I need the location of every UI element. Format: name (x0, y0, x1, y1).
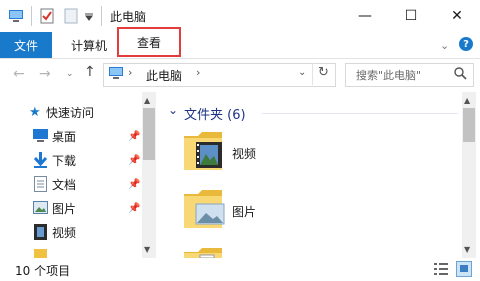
document-icon (34, 176, 47, 192)
up-arrow-icon[interactable]: ↑ (84, 64, 96, 80)
nav-item-pictures[interactable]: 图片 📌 (0, 196, 140, 220)
toolbar-divider (31, 6, 32, 26)
music-icon (34, 249, 47, 258)
nav-quick-access-label: 快速访问 (46, 105, 95, 120)
computer-icon[interactable] (8, 8, 24, 24)
folder-item-videos[interactable]: 视频 (182, 128, 322, 176)
folder-label: 视频 (232, 147, 257, 161)
recent-locations-icon[interactable]: ⌄ (66, 69, 74, 79)
large-icons-view-icon[interactable] (456, 261, 472, 277)
status-bar (0, 258, 480, 281)
star-icon: ★ (29, 104, 41, 120)
nav-item-label: 图片 (52, 201, 77, 216)
scroll-up-icon[interactable]: ▲ (464, 96, 470, 105)
scroll-down-icon[interactable]: ▼ (144, 245, 150, 254)
nav-item-desktop[interactable]: 桌面 📌 (0, 124, 140, 148)
toolbar-divider (101, 6, 102, 26)
search-input[interactable]: 搜索"此电脑" (356, 67, 421, 83)
customize-toolbar-icon[interactable] (84, 13, 94, 21)
maximize-button[interactable]: ☐ (388, 0, 434, 32)
folder-item-pictures[interactable]: 图片 (182, 186, 322, 234)
breadcrumb-chevron-icon[interactable]: › (196, 66, 200, 79)
nav-item-videos[interactable]: 视频 (0, 220, 140, 244)
nav-item-label: 视频 (52, 225, 77, 240)
nav-item-documents[interactable]: 文档 📌 (0, 172, 140, 196)
search-icon[interactable] (454, 67, 467, 80)
desktop-icon (33, 129, 48, 142)
nav-item-downloads[interactable]: 下载 📌 (0, 148, 140, 172)
nav-item-label: 下载 (52, 153, 77, 168)
group-header[interactable]: 文件夹 (6) (184, 104, 246, 123)
videos-icon (34, 224, 47, 240)
forward-arrow-icon[interactable]: → (39, 66, 51, 82)
nav-item-label: 桌面 (52, 129, 77, 144)
download-icon (33, 152, 48, 168)
breadcrumb-chevron-icon[interactable]: › (128, 66, 132, 79)
computer-icon (109, 67, 123, 79)
nav-item-label: 文档 (52, 177, 77, 192)
address-divider (312, 63, 313, 85)
nav-scrollbar-thumb[interactable] (143, 108, 155, 160)
tab-file[interactable]: 文件 (0, 32, 52, 58)
videos-folder-icon (184, 132, 222, 170)
pin-icon[interactable]: 📌 (128, 155, 140, 166)
pictures-icon (33, 201, 48, 214)
help-icon[interactable]: ? (459, 37, 473, 51)
tab-view[interactable]: 查看 (117, 27, 181, 57)
window-title: 此电脑 (110, 10, 147, 24)
group-collapse-icon[interactable]: ⌄ (168, 103, 178, 117)
group-header-divider (262, 113, 458, 114)
breadcrumb-this-pc[interactable]: 此电脑 (146, 67, 182, 84)
new-folder-icon[interactable] (64, 8, 78, 24)
scroll-up-icon[interactable]: ▲ (144, 96, 150, 105)
minimize-button[interactable]: — (342, 0, 388, 32)
tab-computer[interactable]: 计算机 (60, 32, 118, 58)
refresh-icon[interactable]: ↻ (318, 65, 329, 80)
item-count: 10 个项目 (15, 264, 71, 278)
folder-icon (184, 248, 222, 258)
details-view-icon[interactable] (434, 263, 448, 275)
pin-icon[interactable]: 📌 (128, 203, 140, 214)
folder-label: 图片 (232, 205, 257, 219)
nav-quick-access[interactable]: ★ 快速访问 (0, 100, 140, 124)
pin-icon[interactable]: 📌 (128, 179, 140, 190)
close-button[interactable]: ✕ (434, 0, 480, 32)
content-scrollbar-thumb[interactable] (463, 108, 475, 142)
address-dropdown-icon[interactable]: ⌄ (298, 67, 306, 78)
back-arrow-icon[interactable]: ← (13, 66, 25, 82)
expand-ribbon-icon[interactable]: ⌄ (440, 39, 449, 52)
properties-icon[interactable] (40, 8, 54, 24)
nav-item-partial[interactable] (0, 245, 140, 258)
folder-item-partial[interactable] (182, 244, 232, 258)
scroll-down-icon[interactable]: ▼ (464, 245, 470, 254)
pin-icon[interactable]: 📌 (128, 131, 140, 142)
pictures-folder-icon (184, 190, 225, 228)
